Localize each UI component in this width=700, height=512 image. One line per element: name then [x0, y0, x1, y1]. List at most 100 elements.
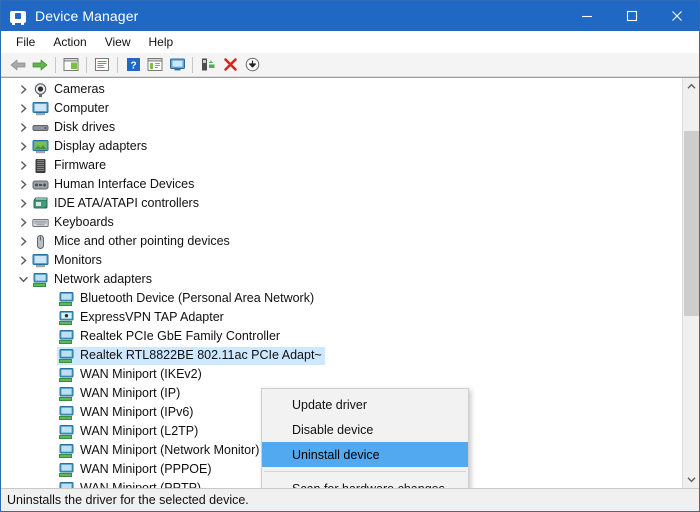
- forward-arrow-icon[interactable]: [29, 54, 51, 76]
- tree-row-content[interactable]: Disk drives: [31, 119, 118, 137]
- scroll-up-arrow[interactable]: [683, 78, 699, 95]
- tree-row[interactable]: IDE ATA/ATAPI controllers: [1, 194, 682, 213]
- tree-spacer: [41, 327, 57, 346]
- minimize-button[interactable]: [564, 1, 609, 31]
- tree-row-label: Mice and other pointing devices: [54, 234, 230, 249]
- camera-icon: [32, 82, 49, 98]
- tree-row[interactable]: Firmware: [1, 156, 682, 175]
- tree-row-content[interactable]: Human Interface Devices: [31, 176, 197, 194]
- tree-spacer: [41, 346, 57, 365]
- window-title: Device Manager: [35, 8, 138, 24]
- tree-row-content[interactable]: Realtek RTL8822BE 802.11ac PCIe Adapt~: [57, 347, 325, 365]
- network-adapter-icon: [58, 348, 75, 364]
- tree-row-content[interactable]: Mice and other pointing devices: [31, 233, 233, 251]
- chevron-right-icon[interactable]: [15, 213, 31, 232]
- close-button[interactable]: [654, 1, 699, 31]
- context-menu-item[interactable]: Disable device: [262, 417, 468, 442]
- tree-row-content[interactable]: WAN Miniport (IP): [57, 385, 183, 403]
- tree-row[interactable]: Realtek RTL8822BE 802.11ac PCIe Adapt~: [1, 346, 682, 365]
- chevron-right-icon[interactable]: [15, 156, 31, 175]
- tree-row[interactable]: Realtek PCIe GbE Family Controller: [1, 327, 682, 346]
- chevron-right-icon[interactable]: [15, 137, 31, 156]
- tree-row[interactable]: WAN Miniport (IKEv2): [1, 365, 682, 384]
- chevron-right-icon[interactable]: [15, 194, 31, 213]
- chevron-right-icon[interactable]: [15, 99, 31, 118]
- chevron-right-icon[interactable]: [15, 80, 31, 99]
- tree-row-label: WAN Miniport (Network Monitor): [80, 443, 259, 458]
- network-adapter-icon: [58, 424, 75, 440]
- red-x-icon[interactable]: [219, 54, 241, 76]
- scrollbar-thumb[interactable]: [684, 131, 699, 316]
- tree-row[interactable]: Monitors: [1, 251, 682, 270]
- tree-row-content[interactable]: Cameras: [31, 81, 108, 99]
- chevron-right-icon[interactable]: [15, 232, 31, 251]
- chevron-right-icon[interactable]: [15, 251, 31, 270]
- menu-help[interactable]: Help: [140, 32, 183, 52]
- help-icon[interactable]: ?: [122, 54, 144, 76]
- tree-row[interactable]: Disk drives: [1, 118, 682, 137]
- tree-row-content[interactable]: ExpressVPN TAP Adapter: [57, 309, 227, 327]
- tree-row-label: Realtek PCIe GbE Family Controller: [80, 329, 280, 344]
- tree-spacer: [41, 289, 57, 308]
- tree-row-label: Network adapters: [54, 272, 152, 287]
- network-adapter-icon: [58, 329, 75, 345]
- context-menu-item[interactable]: Update driver: [262, 392, 468, 417]
- tree-row[interactable]: Network adapters: [1, 270, 682, 289]
- tree-row-label: Human Interface Devices: [54, 177, 194, 192]
- update-driver-icon[interactable]: [197, 54, 219, 76]
- menu-file[interactable]: File: [7, 32, 44, 52]
- context-menu-item[interactable]: Scan for hardware changes: [262, 476, 468, 488]
- display-icon[interactable]: [166, 54, 188, 76]
- tree-row-content[interactable]: WAN Miniport (PPPOE): [57, 461, 215, 479]
- tree-spacer: [41, 365, 57, 384]
- tree-row-content[interactable]: Display adapters: [31, 138, 150, 156]
- tree-row-content[interactable]: Keyboards: [31, 214, 117, 232]
- tree-row-content[interactable]: Bluetooth Device (Personal Area Network): [57, 290, 317, 308]
- tree-row[interactable]: Display adapters: [1, 137, 682, 156]
- console-tree-icon[interactable]: [60, 54, 82, 76]
- chevron-right-icon[interactable]: [15, 118, 31, 137]
- tree-row-content[interactable]: Computer: [31, 100, 112, 118]
- back-arrow-icon[interactable]: [7, 54, 29, 76]
- tree-row[interactable]: ExpressVPN TAP Adapter: [1, 308, 682, 327]
- network-adapter-icon: [58, 443, 75, 459]
- tree-row-label: Disk drives: [54, 120, 115, 135]
- tree-row-content[interactable]: WAN Miniport (PPTP): [57, 480, 204, 489]
- maximize-button[interactable]: [609, 1, 654, 31]
- tree-row[interactable]: Human Interface Devices: [1, 175, 682, 194]
- tree-row-label: WAN Miniport (L2TP): [80, 424, 198, 439]
- tree-row[interactable]: Bluetooth Device (Personal Area Network): [1, 289, 682, 308]
- chevron-down-icon[interactable]: [15, 270, 31, 289]
- tap-adapter-icon: [58, 310, 75, 326]
- view-icon[interactable]: [144, 54, 166, 76]
- tree-row[interactable]: Computer: [1, 99, 682, 118]
- tree-row-content[interactable]: WAN Miniport (L2TP): [57, 423, 201, 441]
- menu-view[interactable]: View: [96, 32, 140, 52]
- tree-row-content[interactable]: Monitors: [31, 252, 105, 270]
- chevron-right-icon[interactable]: [15, 175, 31, 194]
- toolbar-separator-4: [192, 57, 193, 73]
- menu-action[interactable]: Action: [44, 32, 95, 52]
- tree-row[interactable]: Mice and other pointing devices: [1, 232, 682, 251]
- tree-row-content[interactable]: IDE ATA/ATAPI controllers: [31, 195, 202, 213]
- tree-row[interactable]: Keyboards: [1, 213, 682, 232]
- context-menu-item[interactable]: Uninstall device: [262, 442, 468, 467]
- scroll-down-arrow[interactable]: [683, 471, 699, 488]
- tree-spacer: [41, 384, 57, 403]
- context-menu[interactable]: Update driverDisable deviceUninstall dev…: [261, 388, 469, 488]
- tree-row-label: WAN Miniport (IPv6): [80, 405, 193, 420]
- display-adapter-icon: [32, 139, 49, 155]
- title-bar: Device Manager: [1, 1, 699, 31]
- scan-hardware-icon[interactable]: [241, 54, 263, 76]
- tree-row-content[interactable]: WAN Miniport (IKEv2): [57, 366, 205, 384]
- tree-row-content[interactable]: Network adapters: [31, 271, 155, 289]
- tree-row-content[interactable]: Realtek PCIe GbE Family Controller: [57, 328, 283, 346]
- ide-controller-icon: [32, 196, 49, 212]
- tree-row-content[interactable]: WAN Miniport (Network Monitor): [57, 442, 262, 460]
- tree-row[interactable]: Cameras: [1, 80, 682, 99]
- vertical-scrollbar[interactable]: [682, 78, 699, 488]
- tree-row-label: IDE ATA/ATAPI controllers: [54, 196, 199, 211]
- properties-icon[interactable]: [91, 54, 113, 76]
- tree-row-content[interactable]: Firmware: [31, 157, 109, 175]
- tree-row-content[interactable]: WAN Miniport (IPv6): [57, 404, 196, 422]
